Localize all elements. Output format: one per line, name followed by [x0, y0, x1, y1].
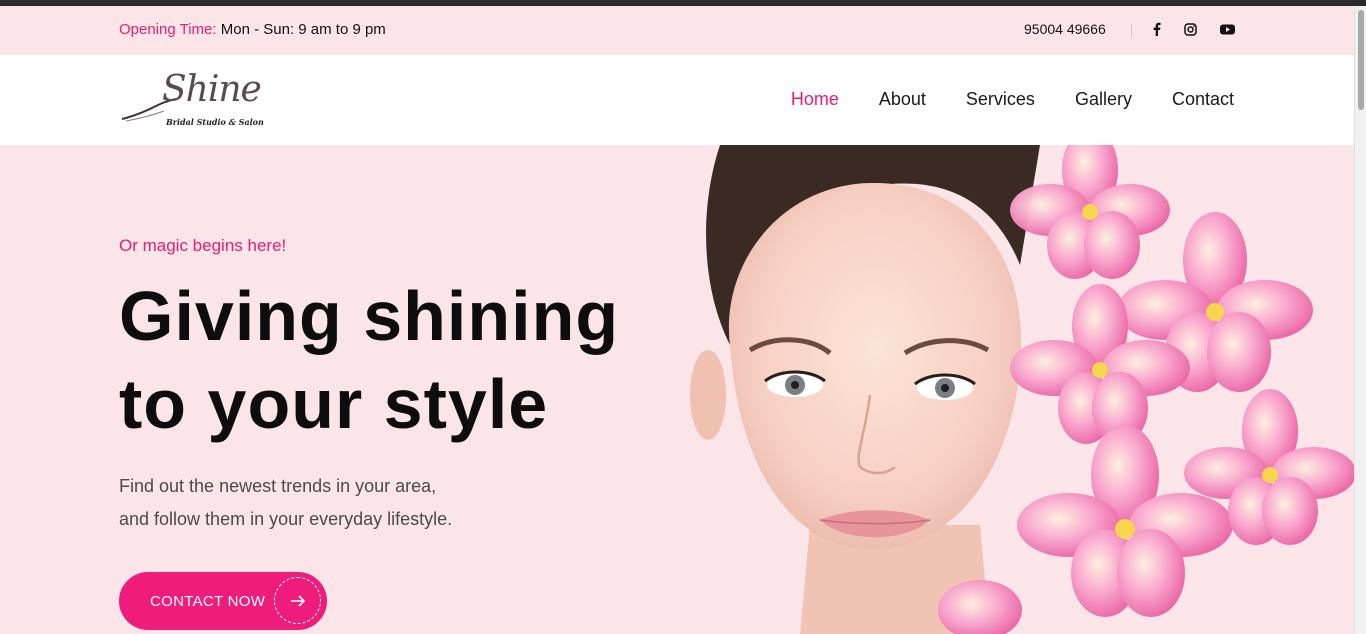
- opening-hours-label: Opening Time:: [119, 21, 217, 38]
- contact-now-button[interactable]: CONTACT NOW: [119, 572, 327, 630]
- hero-description-line-1: Find out the newest trends in your area,: [119, 476, 437, 496]
- opening-hours: Opening Time: Mon - Sun: 9 am to 9 pm: [119, 21, 386, 38]
- primary-navigation: Home About Services Gallery Contact: [751, 89, 1234, 110]
- facebook-icon[interactable]: [1148, 21, 1164, 37]
- phone-number[interactable]: 95004 49666: [1024, 21, 1106, 37]
- brand-logo[interactable]: Shine Bridal Studio & Salon: [120, 69, 265, 131]
- hero-description: Find out the newest trends in your area,…: [119, 470, 452, 536]
- contact-now-label: CONTACT NOW: [150, 592, 266, 610]
- nav-item-about[interactable]: About: [879, 89, 926, 110]
- opening-hours-value: Mon - Sun: 9 am to 9 pm: [216, 21, 386, 38]
- youtube-icon[interactable]: [1219, 21, 1235, 37]
- nav-item-gallery[interactable]: Gallery: [1075, 89, 1132, 110]
- nav-item-services[interactable]: Services: [966, 89, 1035, 110]
- brand-name: Shine: [162, 69, 262, 110]
- nav-item-home[interactable]: Home: [791, 89, 839, 110]
- hero-headline: Giving shining to your style: [119, 272, 619, 448]
- hero-headline-line-1: Giving shining: [119, 277, 620, 355]
- nav-item-contact[interactable]: Contact: [1172, 89, 1234, 110]
- main-navbar: Shine Bridal Studio & Salon Home About S…: [0, 55, 1354, 145]
- instagram-icon[interactable]: [1182, 21, 1198, 37]
- arrow-right-icon: [274, 577, 321, 624]
- brand-tagline: Bridal Studio & Salon: [166, 117, 264, 127]
- hero-description-line-2: and follow them in your everyday lifesty…: [119, 509, 453, 529]
- page: Opening Time: Mon - Sun: 9 am to 9 pm 95…: [0, 6, 1354, 634]
- top-info-bar: Opening Time: Mon - Sun: 9 am to 9 pm 95…: [0, 6, 1354, 55]
- hero-eyebrow: Or magic begins here!: [119, 236, 287, 255]
- scrollbar-thumb[interactable]: [1358, 10, 1364, 110]
- hero-model-image: [690, 145, 1354, 634]
- page-scrollbar[interactable]: [1354, 6, 1366, 634]
- divider: [1131, 24, 1132, 38]
- hero-section: Or magic begins here! Giving shining to …: [0, 145, 1354, 634]
- hero-headline-line-2: to your style: [119, 365, 549, 443]
